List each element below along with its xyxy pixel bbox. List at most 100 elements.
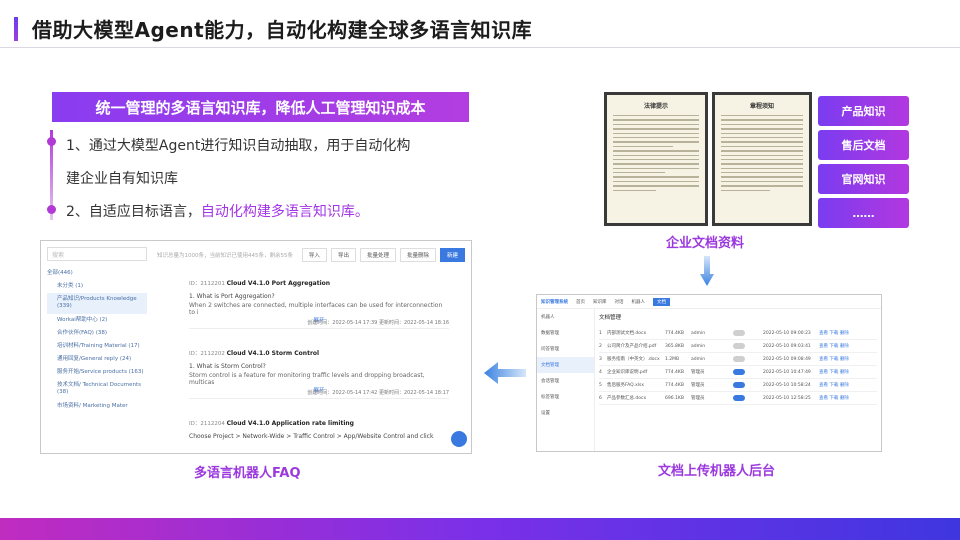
tree-item[interactable]: 服务开始/Service products (163) [47,366,147,379]
import-button[interactable]: 导入 [301,248,327,262]
tree-item[interactable]: 市场资料/ Marketing Mater [47,400,147,413]
updated-time: 更新时间：2022-05-14 18:16 [378,320,449,326]
nav-tab[interactable]: 知识库 [593,299,607,305]
faq-search-input[interactable]: 搜索 [47,247,147,261]
nav-tab[interactable]: 对话 [615,299,624,305]
title-divider [0,47,960,48]
sidebar-item[interactable]: 会话管理 [537,373,594,389]
faq-card[interactable]: ID：2112204 Cloud V4.1.0 Application rate… [189,415,449,444]
new-button[interactable]: 新建 [439,248,465,262]
tree-item[interactable]: 通用回复/General reply (24) [47,353,147,366]
row-number: 3 [599,356,602,362]
file-name: 售后服务FAQ.xlsx [607,383,645,388]
footer-gradient-bar [0,518,960,540]
enable-toggle[interactable] [733,395,745,401]
nav-tab-active[interactable]: 文档 [653,297,670,306]
upload-date: 2022-05-10 10:58:24 [763,382,811,388]
row-number: 6 [599,395,602,401]
batch-delete-button[interactable]: 批量删除 [399,248,436,262]
bullet-dot [47,205,56,214]
row-number: 2 [599,343,602,349]
row-number: 5 [599,382,602,388]
document-table: 1 内部测试文档.docx 774.4KB admin 2022-05-10 09:00… [599,327,877,405]
table-row[interactable]: 3 服务指南（中英文）.docx 1.2MB admin 2022-05-10 09:0… [599,353,877,366]
export-button[interactable]: 导出 [330,248,356,262]
file-size: 774.4KB [665,330,684,336]
sidebar-item[interactable]: 机器人 [537,309,594,325]
enable-toggle[interactable] [733,356,745,362]
tree-item[interactable]: 合作伙伴(FAQ) (38) [47,327,147,340]
file-size: 1.2MB [665,356,680,362]
row-actions[interactable]: 查看 下载 删除 [819,369,849,375]
document-text-lines [721,115,803,192]
batch-process-button[interactable]: 批量处理 [359,248,396,262]
down-arrow-icon [700,256,714,286]
row-actions[interactable]: 查看 下载 删除 [819,343,849,349]
faq-card[interactable]: ID：2112201 Cloud V4.1.0 Port Aggregation… [189,275,449,329]
sidebar-item[interactable]: 文档管理 [537,357,594,373]
file-name: 服务指南（中英文）.docx [607,357,660,362]
table-row[interactable]: 4 企业知识库说明.pdf 774.4KB 管理员 2022-05-10 10:47:4… [599,366,877,379]
tree-item[interactable]: 未分类 (1) [47,280,147,293]
document-page-title: 章程须知 [749,103,774,110]
enable-toggle[interactable] [733,343,745,349]
faq-answer: When 2 switches are connected, multiple … [189,302,443,316]
file-size: 365.8KB [665,343,684,349]
file-size: 774.4KB [665,382,684,388]
row-actions[interactable]: 查看 下载 删除 [819,330,849,336]
tree-item[interactable]: 培训材料/Training Material (17) [47,340,147,353]
nav-tab[interactable]: 首页 [576,299,585,305]
slide-title: 借助大模型Agent能力，自动化构建全球多语言知识库 [32,18,533,42]
sidebar-item[interactable]: 标签管理 [537,389,594,405]
table-row[interactable]: 5 售后服务FAQ.xlsx 774.4KB 管理员 2022-05-10 10:58:… [599,379,877,392]
sidebar-item[interactable]: 问答管理 [537,341,594,357]
row-actions[interactable]: 查看 下载 删除 [819,382,849,388]
chat-bubble-icon[interactable] [451,431,467,447]
tree-item[interactable]: Workai帮助中心 (2) [47,314,147,327]
file-owner: admin [691,356,706,362]
enable-toggle[interactable] [733,382,745,388]
title-accent-bar [14,16,18,41]
enable-toggle[interactable] [733,369,745,375]
file-name: 公司简介及产品介绍.pdf [607,344,657,349]
table-row[interactable]: 6 产品参数汇总.docx 696.1KB 管理员 2022-05-10 12:58:2… [599,392,877,405]
upload-main: 文档管理 1 内部测试文档.docx 774.4KB admin 2022-05-10 … [599,313,877,405]
upload-backend-screenshot: 知识管理系统 首页 知识库 对话 机器人 文档 机器人 数据管理 问答管理 文档… [536,294,882,452]
faq-toolbar: 知识总量为1000条，当前知识已使用445条，剩余55条 导入 导出 批量处理 … [157,247,465,263]
document-text-lines [613,115,699,192]
faq-screenshot: 搜索 全部(446) 未分类 (1) 产品知识/Products Knowled… [40,240,472,454]
nav-tab[interactable]: 机器人 [632,299,646,305]
faq-answer: Storm control is a feature for monitorin… [189,372,425,386]
table-row[interactable]: 2 公司简介及产品介绍.pdf 365.8KB admin 2022-05-10 09:… [599,340,877,353]
enable-toggle[interactable] [733,330,745,336]
row-actions[interactable]: 查看 下载 删除 [819,395,849,401]
faq-title: Cloud V4.1.0 Storm Control [226,350,320,357]
upload-date: 2022-05-10 09:08:49 [763,356,811,362]
knowledge-category-list: 产品知识 售后文档 官网知识 …… [818,96,909,232]
faq-question: 1. What is Storm Control? [189,363,266,370]
file-size: 774.4KB [665,369,684,375]
faq-id: ID：2112202 [189,351,225,357]
tree-item[interactable]: 全部(446) [47,267,147,280]
left-arrow-icon [484,362,526,384]
row-number: 1 [599,330,602,336]
faq-question: Choose Project > Network-Wide > Traffic … [189,433,434,440]
upload-caption: 文档上传机器人后台 [658,464,776,479]
sidebar-item[interactable]: 设置 [537,405,594,421]
tree-item[interactable]: 技术文档/ Technical Documents (38) [47,379,147,399]
file-owner: 管理员 [691,396,705,401]
faq-card[interactable]: ID：2112202 Cloud V4.1.0 Storm Control 1.… [189,345,449,399]
upload-date: 2022-05-10 12:58:25 [763,395,811,401]
faq-id: ID：2112201 [189,281,225,287]
file-owner: admin [691,330,706,336]
upload-date: 2022-05-10 10:47:49 [763,369,811,375]
category-website: 官网知识 [818,164,909,194]
headline-banner: 统一管理的多语言知识库，降低人工管理知识成本 [52,92,469,122]
sidebar-item[interactable]: 数据管理 [537,325,594,341]
table-row[interactable]: 1 内部测试文档.docx 774.4KB admin 2022-05-10 09:00… [599,327,877,340]
file-owner: 管理员 [691,383,705,388]
file-size: 696.1KB [665,395,684,401]
row-actions[interactable]: 查看 下载 删除 [819,356,849,362]
upload-date: 2022-05-10 09:03:41 [763,343,811,349]
tree-item[interactable]: 产品知识/Products Knowledge (339) [47,293,147,314]
